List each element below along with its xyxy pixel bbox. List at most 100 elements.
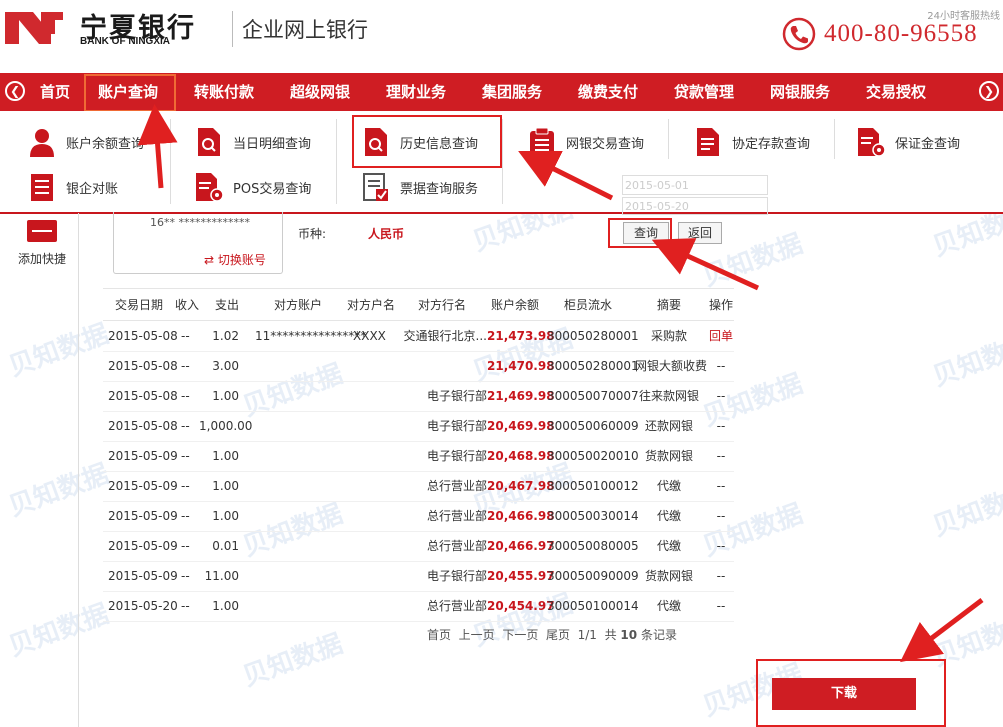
submenu-balance-query[interactable]: 账户余额查询 <box>28 127 144 157</box>
col-header-action: 操作 <box>709 298 734 312</box>
table-row: 2015-05-09 -- 1.00 总行营业部 20,467.98 3000501000… <box>103 471 734 502</box>
submenu-ebank-tx-query[interactable]: 网银交易查询 <box>528 127 644 157</box>
submenu-label: 当日明细查询 <box>233 136 312 152</box>
pager-next[interactable]: 下一页 <box>502 628 538 642</box>
cell-income: -- <box>181 599 190 613</box>
watermark: 贝知数据 <box>928 478 1003 543</box>
submenu-agreement-deposit[interactable]: 协定存款查询 <box>694 127 810 157</box>
submenu-bill-query[interactable]: 票据查询服务 <box>362 172 478 202</box>
document-gear-icon <box>858 128 885 157</box>
cell-counter-bank: 总行营业部 <box>426 599 487 613</box>
nav-item-group-service[interactable]: 集团服务 <box>482 73 542 111</box>
pager-last[interactable]: 尾页 <box>546 628 570 642</box>
cell-counter-bank: 总行营业部 <box>426 509 487 523</box>
currency-value: 人民币 <box>368 227 405 241</box>
nav-item-payment[interactable]: 缴费支付 <box>578 73 638 111</box>
watermark: 贝知数据 <box>238 628 347 693</box>
submenu-pos-query[interactable]: POS交易查询 <box>195 172 311 202</box>
cell-income: -- <box>181 329 190 343</box>
col-header-date: 交易日期 <box>115 298 164 312</box>
col-header-counter-bank: 对方行名 <box>418 298 467 312</box>
nav-item-loan[interactable]: 贷款管理 <box>674 73 734 111</box>
cell-counter-account <box>255 351 347 381</box>
cell-summary: 代缴 <box>656 599 681 613</box>
pager-total-suffix: 条记录 <box>640 628 677 642</box>
nav-item-wealth[interactable]: 理财业务 <box>386 73 446 111</box>
checklist-icon <box>363 173 388 201</box>
cell-action: -- <box>716 359 726 373</box>
cell-expense: 1.00 <box>212 389 239 403</box>
cell-counter-account <box>255 381 347 411</box>
cell-action: -- <box>716 599 726 613</box>
switch-account-link[interactable]: ⇄ 切换账号 <box>204 251 266 268</box>
cell-balance: 20,466.97 <box>487 539 555 553</box>
person-icon <box>30 129 54 157</box>
cell-balance: 21,473.98 <box>487 329 555 343</box>
cell-expense: 1.02 <box>212 329 239 343</box>
cell-balance: 21,470.98 <box>487 359 555 373</box>
end-date-input[interactable]: 2015-05-20 <box>622 197 768 215</box>
nav-item-home[interactable]: 首页 <box>40 73 70 111</box>
submenu-divider <box>668 119 669 159</box>
cell-teller-serial: 300050060009 <box>547 419 639 433</box>
cell-balance: 20,469.98 <box>487 419 555 433</box>
document-search-icon <box>198 128 220 156</box>
quick-panel: 添加快捷 <box>8 213 79 727</box>
submenu-divider <box>170 119 171 204</box>
nav-right-arrow-icon[interactable]: ❯ <box>979 81 999 101</box>
submenu-label: 网银交易查询 <box>566 136 645 152</box>
arrow-to-download <box>900 598 984 663</box>
col-header-income: 收入 <box>175 298 200 312</box>
start-date-input[interactable]: 2015-05-01 <box>622 175 768 195</box>
cell-date: 2015-05-08 <box>108 419 178 433</box>
cell-counter-bank: 总行营业部 <box>426 539 487 553</box>
cell-counter-account: 11**************** <box>255 329 367 343</box>
cell-balance: 20,468.98 <box>487 449 555 463</box>
clipboard-icon <box>530 127 554 156</box>
arrow-to-query <box>651 238 760 291</box>
nav-left-arrow-icon[interactable]: ❮ <box>5 81 25 101</box>
cell-counter-account <box>255 531 347 561</box>
hotline-number: 400-80-96558 <box>824 20 978 47</box>
table-row: 2015-05-08 -- 1,000.00 电子银行部 20,469.98 300050… <box>103 411 734 442</box>
cell-counter-name <box>353 381 389 411</box>
quick-add-label[interactable]: 添加快捷 <box>18 250 66 267</box>
currency-label: 币种: <box>298 227 327 241</box>
submenu-today-detail[interactable]: 当日明细查询 <box>195 127 311 157</box>
cell-counter-name <box>353 561 389 591</box>
cell-counter-name <box>353 471 389 501</box>
cell-action: -- <box>716 509 726 523</box>
back-button[interactable]: 返回 <box>678 222 722 244</box>
pager-prev[interactable]: 上一页 <box>459 628 495 642</box>
nav-item-transfer[interactable]: 转账付款 <box>194 73 254 111</box>
nav-item-super-ebank[interactable]: 超级网银 <box>290 73 350 111</box>
submenu-bank-reconcile[interactable]: 银企对账 <box>28 172 118 202</box>
nav-item-authorization[interactable]: 交易授权 <box>866 73 926 111</box>
cell-counter-account <box>255 411 347 441</box>
table-row: 2015-05-09 -- 1.00 电子银行部 20,468.98 3000500200… <box>103 441 734 472</box>
table-row: 2015-05-08 -- 1.02 11**************** XXXX 交通… <box>103 321 734 352</box>
pager-total-prefix: 共 <box>604 628 617 642</box>
col-header-summary: 摘要 <box>657 298 682 312</box>
cell-counter-name: XXXX <box>353 329 386 343</box>
header: 宁夏银行 BANK OF NINGXIA 企业网上银行 24小时客服热线 400… <box>0 0 1003 72</box>
cell-action: -- <box>716 569 726 583</box>
cell-counter-name <box>353 411 389 441</box>
nav-item-ebank-service[interactable]: 网银服务 <box>770 73 830 111</box>
pager-first[interactable]: 首页 <box>427 628 451 642</box>
submenu-margin-query[interactable]: 保证金查询 <box>857 127 960 157</box>
col-header-counter-name: 对方户名 <box>347 298 396 312</box>
submenu-label: 协定存款查询 <box>732 136 811 152</box>
submenu-label: 银企对账 <box>66 181 119 197</box>
cell-action: -- <box>716 479 726 493</box>
cell-summary: 采购款 <box>650 329 687 343</box>
cell-income: -- <box>181 419 190 433</box>
cell-income: -- <box>181 479 190 493</box>
switch-arrows-icon: ⇄ <box>204 253 218 267</box>
cell-balance: 20,467.98 <box>487 479 555 493</box>
cell-balance: 20,466.98 <box>487 509 555 523</box>
cell-counter-bank: 交通银行北京... <box>403 329 487 343</box>
cell-expense: 1.00 <box>212 449 239 463</box>
cell-counter-name <box>353 531 389 561</box>
cell-action[interactable]: 回单 <box>709 321 733 351</box>
